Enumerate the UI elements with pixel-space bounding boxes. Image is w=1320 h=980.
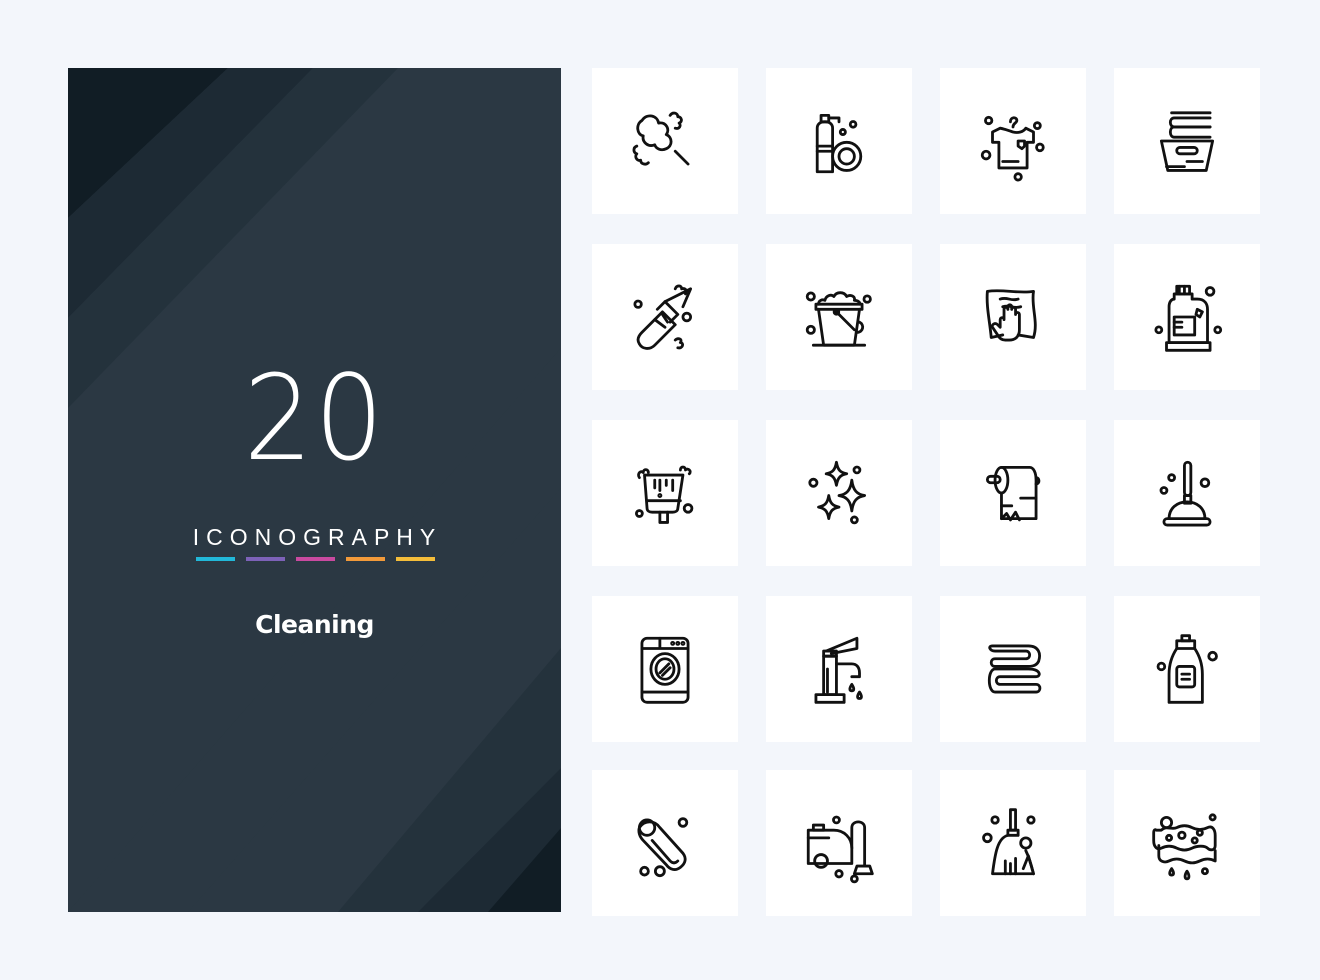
tile-detergent-bottle[interactable] <box>1114 244 1260 390</box>
washing-machine-icon <box>640 636 690 704</box>
tile-hand-wiping[interactable] <box>940 244 1086 390</box>
color-bar <box>346 557 385 561</box>
laundry-basket-icon <box>1159 111 1215 172</box>
tile-dustpan-brush[interactable] <box>592 420 738 566</box>
soap-bar-icon <box>637 817 689 878</box>
tile-folded-towel[interactable] <box>940 596 1086 742</box>
tile-sponge[interactable] <box>1114 770 1260 916</box>
tile-broom[interactable] <box>940 770 1086 916</box>
tile-soap-bottle[interactable] <box>1114 596 1260 742</box>
towel-icon <box>987 644 1042 694</box>
color-bar <box>246 557 285 561</box>
soap-bottle-icon <box>1156 634 1218 704</box>
hand-wipe-icon <box>985 289 1037 342</box>
tile-feather-duster[interactable] <box>592 68 738 214</box>
shirt-hanger-icon <box>980 115 1045 182</box>
sparkles-icon <box>808 460 867 525</box>
spray-plate-icon <box>815 113 863 174</box>
collection-title: Cleaning <box>255 610 374 639</box>
tile-shirt-on-hanger[interactable] <box>940 68 1086 214</box>
tile-washing-machine[interactable] <box>592 596 738 742</box>
tile-scrub-glove[interactable] <box>592 244 738 390</box>
bucket-icon <box>805 291 872 347</box>
feather-duster-icon <box>632 111 690 166</box>
tile-laundry-basket[interactable] <box>1114 68 1260 214</box>
toilet-paper-icon <box>985 465 1041 522</box>
tile-faucet[interactable] <box>766 596 912 742</box>
vacuum-icon <box>806 815 874 884</box>
tile-foam-bucket[interactable] <box>766 244 912 390</box>
tile-toilet-paper[interactable] <box>940 420 1086 566</box>
detergent-bottle-icon <box>1154 284 1223 352</box>
color-bar <box>296 557 335 561</box>
tile-sparkles[interactable] <box>766 420 912 566</box>
tile-soap-bar[interactable] <box>592 770 738 916</box>
faucet-icon <box>814 636 863 704</box>
color-bar <box>396 557 435 561</box>
broom-icon <box>982 808 1036 876</box>
scrub-glove-icon <box>633 284 693 350</box>
tile-vacuum-cleaner[interactable] <box>766 770 912 916</box>
plunger-icon <box>1159 460 1212 527</box>
cover-panel: 20 ICONOGRAPHY Cleaning <box>68 68 561 912</box>
color-bar <box>196 557 235 561</box>
color-bars <box>196 557 435 561</box>
dustpan-brush-icon <box>635 465 694 524</box>
diagonal-stripes-background <box>68 68 561 912</box>
tile-spray-and-plate[interactable] <box>766 68 912 214</box>
icon-count: 20 <box>243 349 386 487</box>
tagline: ICONOGRAPHY <box>192 524 443 550</box>
sponge-icon <box>1152 813 1217 881</box>
tile-plunger[interactable] <box>1114 420 1260 566</box>
